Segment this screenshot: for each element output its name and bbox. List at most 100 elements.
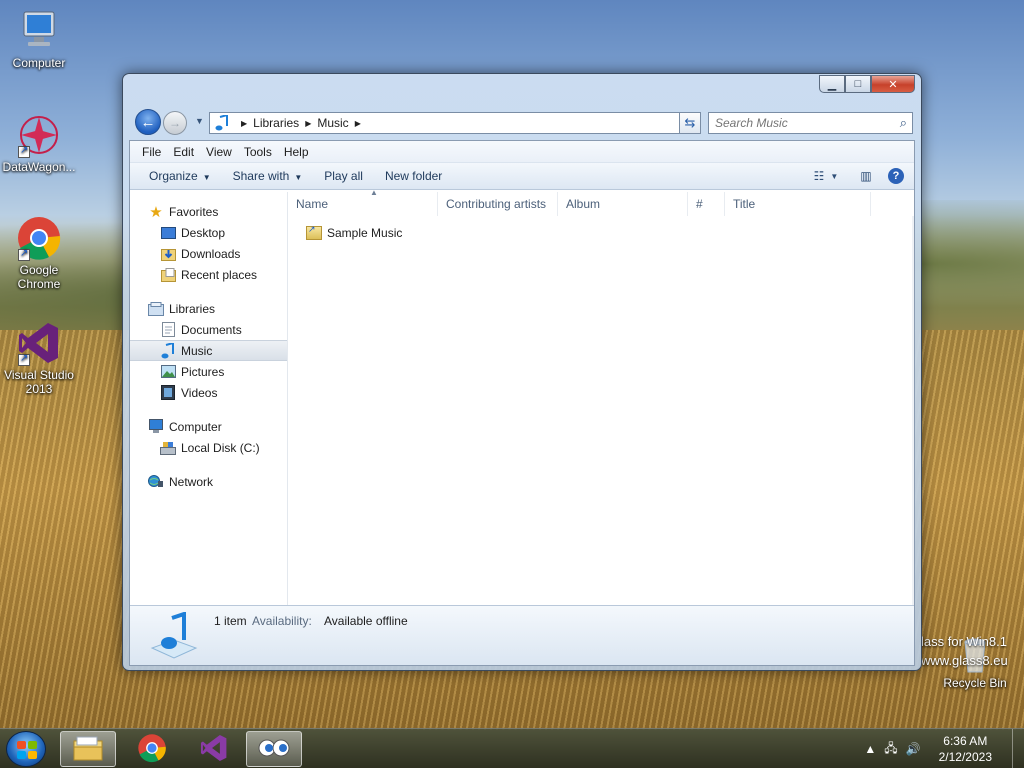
chevron-down-icon: ▼ <box>202 173 211 182</box>
column-header-title[interactable]: Title <box>725 192 871 216</box>
refresh-button[interactable]: ⇆ <box>679 112 701 134</box>
start-button[interactable] <box>6 731 46 767</box>
desktop-icon-label: Google Chrome <box>17 263 61 291</box>
breadcrumb-separator-icon[interactable]: ▶ <box>305 119 311 128</box>
taskbar-visual-studio-button[interactable] <box>186 731 242 767</box>
view-options-icon: ☷ <box>813 169 825 183</box>
preview-pane-icon: ▥ <box>860 169 872 183</box>
nav-item-computer[interactable]: Computer <box>130 416 287 437</box>
network-status-icon[interactable]: 🖧 <box>884 739 897 760</box>
desktop-icon-visual-studio[interactable]: Visual Studio 2013 <box>0 320 78 396</box>
volume-icon[interactable]: 🔊 <box>906 742 921 756</box>
nav-item-network[interactable]: Network <box>130 471 287 492</box>
nav-group-libraries: Libraries Documents Music Pictures Video… <box>130 298 287 403</box>
column-header-album[interactable]: Album <box>558 192 688 216</box>
computer-icon <box>148 419 164 435</box>
help-button[interactable]: ? <box>884 166 908 186</box>
item-count: 1 item <box>214 614 247 628</box>
nav-item-music[interactable]: Music <box>130 340 287 361</box>
desktop-icon-label: Computer <box>12 56 66 70</box>
search-icon[interactable]: ⌕ <box>900 115 907 131</box>
arrow-left-icon: ← <box>140 113 156 131</box>
minimize-button[interactable]: ▁ <box>819 75 845 93</box>
nav-item-libraries[interactable]: Libraries <box>130 298 287 319</box>
eyes-app-icon <box>257 738 291 761</box>
explorer-client-area: File Edit View Tools Help Organize ▼ Shar… <box>129 140 915 666</box>
computer-icon <box>16 8 62 54</box>
show-desktop-button[interactable] <box>1012 729 1024 768</box>
recent-pages-dropdown[interactable]: ▼ <box>195 116 204 126</box>
nav-item-pictures[interactable]: Pictures <box>130 361 287 382</box>
hard-drive-icon <box>160 440 176 456</box>
menu-tools[interactable]: Tools <box>238 145 278 159</box>
chrome-icon <box>16 215 62 261</box>
desktop-icon-label: DataWagon... <box>2 160 76 174</box>
search-input[interactable] <box>709 113 879 133</box>
show-hidden-icons-button[interactable]: ▲ <box>864 742 876 756</box>
organize-label: Organize <box>149 169 198 183</box>
share-with-label: Share with <box>232 169 290 183</box>
nav-item-label: Recent places <box>181 267 258 282</box>
desktop-icon-label: Recycle Bin <box>943 676 1007 690</box>
watermark-line: www.glass8.eu <box>921 653 1008 668</box>
nav-item-desktop[interactable]: Desktop <box>130 222 287 243</box>
menu-help[interactable]: Help <box>278 145 315 159</box>
column-header-name[interactable]: Name <box>288 192 438 216</box>
column-header-track-number[interactable]: # <box>688 192 725 216</box>
desktop-icon-datawagon[interactable]: DataWagon... <box>0 112 78 174</box>
nav-item-label: Favorites <box>169 204 219 219</box>
maximize-button[interactable]: □ <box>845 75 871 93</box>
nav-item-label: Videos <box>181 385 218 400</box>
scrollbar-track[interactable] <box>912 216 914 606</box>
change-view-button[interactable]: ☷ ▼ <box>813 166 839 186</box>
list-item[interactable]: Sample Music <box>288 222 914 244</box>
nav-item-recent-places[interactable]: Recent places <box>130 264 287 285</box>
breadcrumb-separator-icon[interactable]: ▶ <box>241 119 247 128</box>
nav-item-downloads[interactable]: Downloads <box>130 243 287 264</box>
menu-edit[interactable]: Edit <box>167 145 200 159</box>
breadcrumb-libraries[interactable]: Libraries <box>253 116 299 130</box>
nav-item-favorites[interactable]: ★ Favorites <box>130 201 287 222</box>
arrow-right-icon: → <box>169 116 181 130</box>
explorer-window[interactable]: ▁ □ ✕ ← → ▼ ▶ Libraries ▶ Music ▶ ▼ ⇆ ⌕ … <box>122 73 922 671</box>
breadcrumb-separator-icon[interactable]: ▶ <box>355 119 361 128</box>
organize-button[interactable]: Organize ▼ <box>138 169 222 183</box>
menu-file[interactable]: File <box>136 145 167 159</box>
nav-item-label: Computer <box>169 419 222 434</box>
watermark-line: lass for Win8.1 <box>921 634 1007 649</box>
menu-view[interactable]: View <box>200 145 238 159</box>
breadcrumb-music[interactable]: Music <box>317 116 348 130</box>
column-header-contributing-artists[interactable]: Contributing artists <box>438 192 558 216</box>
close-button[interactable]: ✕ <box>871 75 915 93</box>
nav-item-label: Network <box>169 474 214 489</box>
nav-group-favorites: ★ Favorites Desktop Downloads Recent pla… <box>130 201 287 285</box>
desktop-icon-computer[interactable]: Computer <box>0 8 78 70</box>
folder-shortcut-icon <box>306 224 322 240</box>
nav-item-label: Documents <box>181 322 242 337</box>
taskbar-chrome-button[interactable] <box>124 731 180 767</box>
desktop-icon-google-chrome[interactable]: Google Chrome <box>0 215 78 291</box>
nav-item-videos[interactable]: Videos <box>130 382 287 403</box>
forward-button[interactable]: → <box>163 111 187 135</box>
clock[interactable]: 6:36 AM 2/12/2023 <box>939 733 992 765</box>
availability-label: Availability: <box>252 614 312 628</box>
back-button[interactable]: ← <box>135 109 161 135</box>
network-icon <box>148 474 164 490</box>
desktop-icon-label: Visual Studio 2013 <box>4 368 74 396</box>
play-all-button[interactable]: Play all <box>313 169 374 183</box>
nav-group-computer: Computer Local Disk (C:) <box>130 416 287 458</box>
taskbar-eyes-app-button[interactable] <box>246 731 302 767</box>
command-bar-right: ☷ ▼ ▥ ? <box>808 166 908 186</box>
share-with-button[interactable]: Share with ▼ <box>222 169 314 183</box>
availability-value: Available offline <box>324 614 408 628</box>
taskbar-explorer-button[interactable] <box>60 731 116 767</box>
new-folder-button[interactable]: New folder <box>374 169 453 183</box>
address-bar[interactable]: ▶ Libraries ▶ Music ▶ ▼ <box>209 112 699 134</box>
sort-ascending-icon: ▲ <box>370 188 378 197</box>
nav-item-local-disk[interactable]: Local Disk (C:) <box>130 437 287 458</box>
nav-item-documents[interactable]: Documents <box>130 319 287 340</box>
watermark-text: lass for Win8.1 www.glass8.eu <box>921 632 1008 670</box>
search-box[interactable]: ⌕ <box>708 112 913 134</box>
preview-pane-button[interactable]: ▥ <box>854 166 878 186</box>
clock-time: 6:36 AM <box>943 734 988 748</box>
